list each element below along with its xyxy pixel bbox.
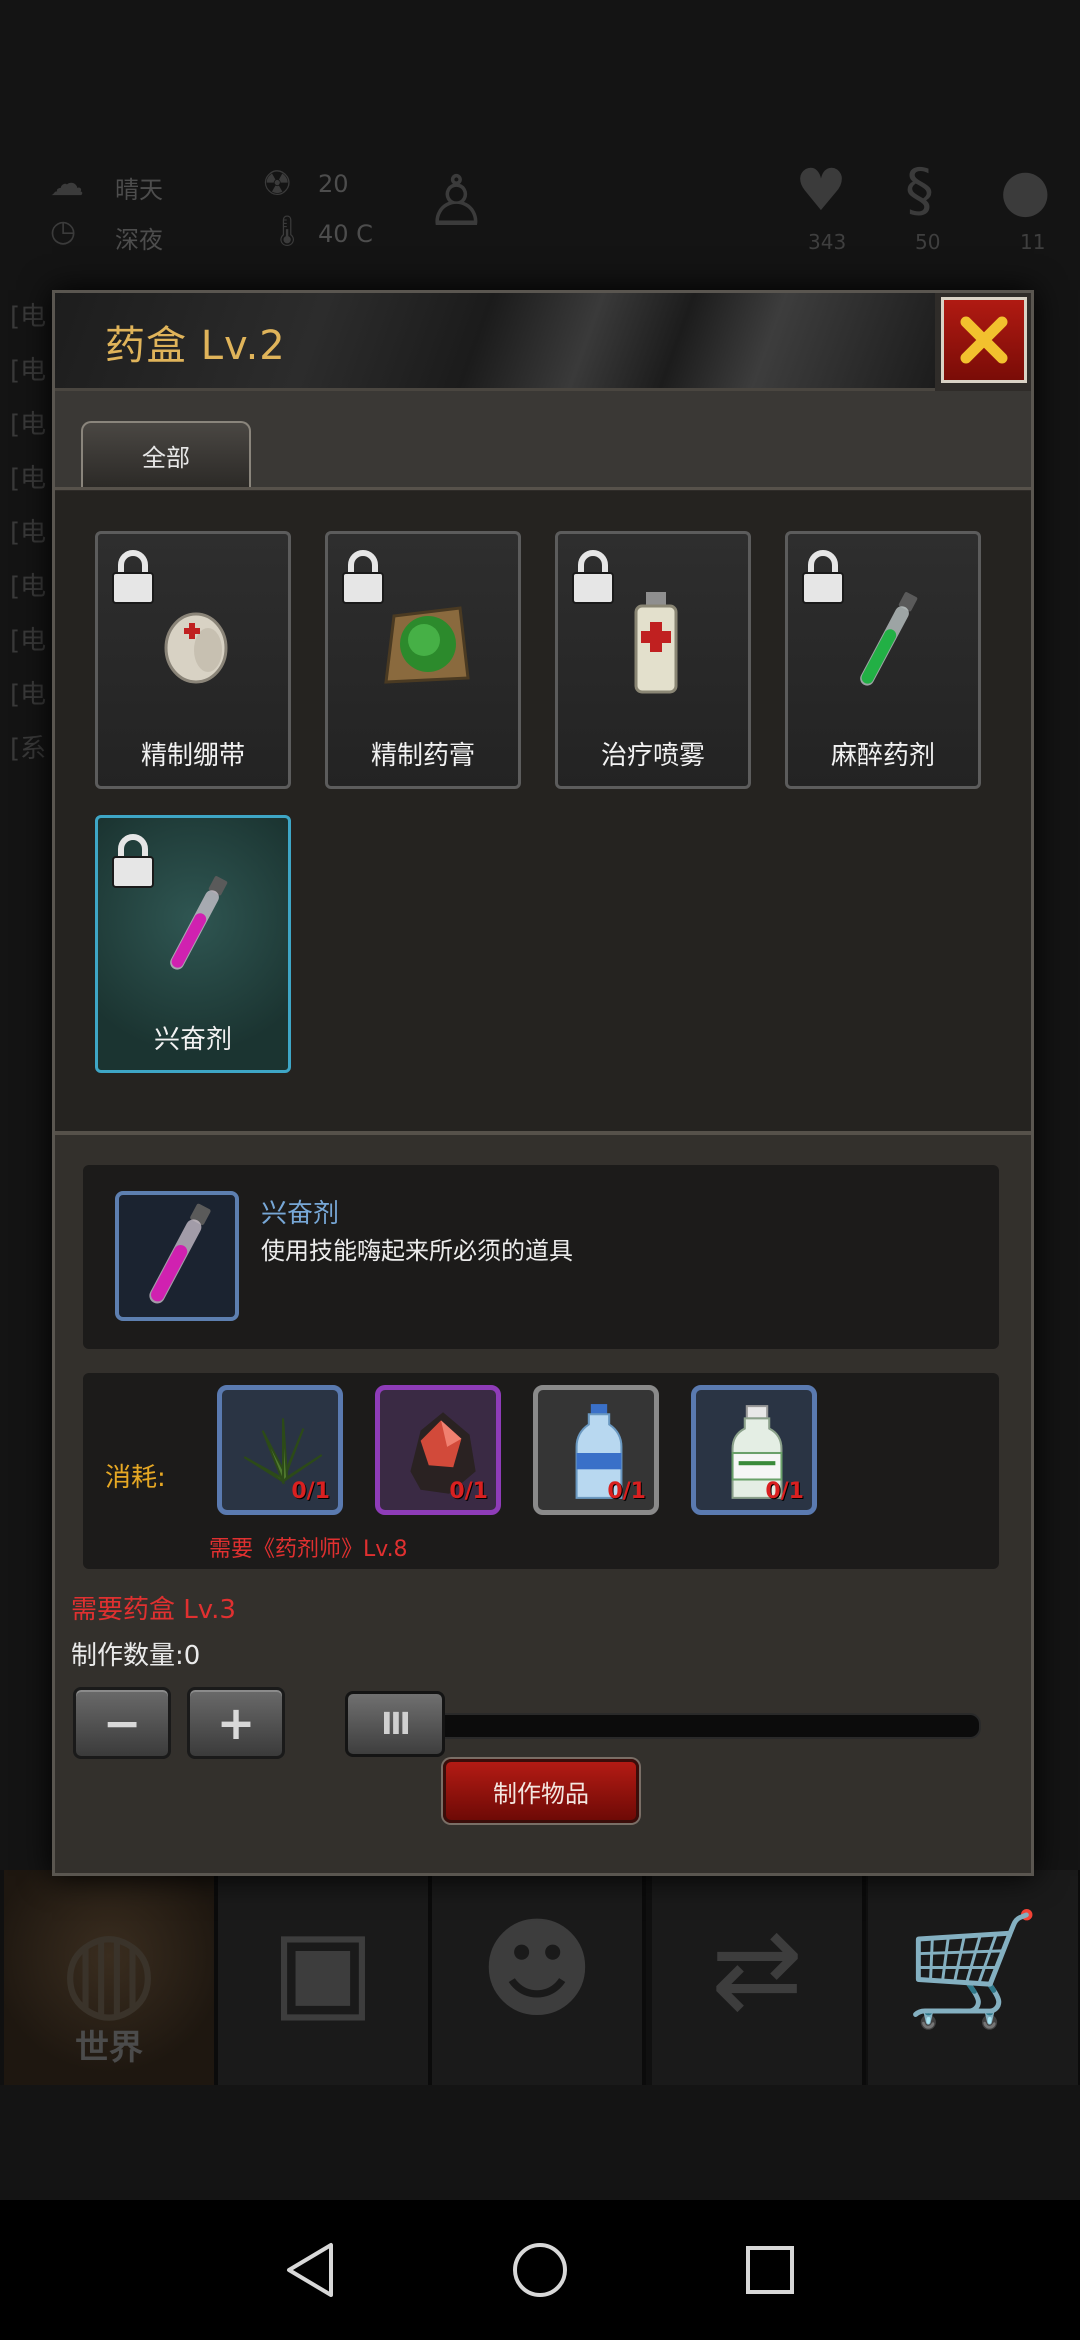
selected-item-name: 兴奋剂 <box>261 1199 340 1229</box>
close-button[interactable] <box>941 297 1027 383</box>
crafting-dialog: 药盒 Lv.2 全部 精制绷带 精制药膏 治疗喷雾 麻醉药剂 兴奋剂 兴奋剂 使… <box>52 290 1034 1876</box>
mind-icon: ● <box>1000 156 1051 224</box>
exchange-icon: ⇄ <box>710 1905 804 2033</box>
quantity-label: 制作数量:0 <box>71 1641 201 1671</box>
head-gear-icon: ☻ <box>479 1905 595 2033</box>
log-line: [电 <box>10 464 47 494</box>
material-count: 0/1 <box>765 1479 804 1504</box>
temperature-value: 40 C <box>318 220 373 248</box>
material-slot-medicine[interactable]: 0/1 <box>691 1385 817 1515</box>
recipe-name: 麻醉药剂 <box>830 741 935 771</box>
nav-tab-skills[interactable]: ☻ <box>432 1870 646 2085</box>
log-line: [电 <box>10 626 47 656</box>
sanity-value: 11 <box>1020 230 1046 254</box>
close-icon <box>960 316 1008 364</box>
recents-square-icon <box>746 2246 794 2294</box>
selected-item-info: 兴奋剂 使用技能嗨起来所必须的道具 <box>83 1165 999 1349</box>
home-button[interactable] <box>470 2200 610 2340</box>
increase-quantity-button[interactable]: + <box>187 1687 285 1759</box>
body-status-icon: ♙ <box>425 160 488 242</box>
background-message-log: [电 [电 [电 [电 [电 [电 [电 [电 [系 <box>10 290 58 810</box>
system-navigation-bar <box>0 2200 1080 2340</box>
pink-vial-icon <box>149 1203 211 1304</box>
stomach-icon: § <box>905 156 934 224</box>
selected-item-description: 使用技能嗨起来所必须的道具 <box>261 1237 573 1265</box>
quantity-slider-thumb[interactable]: III <box>345 1691 445 1757</box>
recipe-name: 治疗喷雾 <box>600 741 705 771</box>
nav-tab-inventory[interactable]: ▣ <box>218 1870 432 2085</box>
log-line: [电 <box>10 410 47 440</box>
nav-tab-trade[interactable]: ⇄ <box>652 1870 866 2085</box>
cart-icon: 🛒 <box>904 1905 1042 2033</box>
recipe-slot-stimulant[interactable]: 兴奋剂 <box>95 815 291 1073</box>
thermometer-icon: 🌡 <box>268 214 307 249</box>
decrease-quantity-button[interactable]: − <box>73 1687 171 1759</box>
home-circle-icon <box>513 2243 567 2297</box>
nav-tab-shop[interactable]: 🛒 <box>868 1870 1080 2085</box>
recipe-slot-refined-bandage[interactable]: 精制绷带 <box>95 531 291 789</box>
recipe-slot-anesthetic[interactable]: 麻醉药剂 <box>785 531 981 789</box>
heart-icon: ♥ <box>795 156 847 224</box>
clock-icon: ◷ <box>50 214 77 249</box>
dialog-title-bar: 药盒 Lv.2 <box>55 293 935 391</box>
back-button[interactable] <box>240 2200 380 2340</box>
recipe-name: 精制药膏 <box>370 741 475 771</box>
background-status-bar: ☁ 晴天 ◷ 深夜 ☢ 20 🌡 40 C ♙ ♥ 343 § 50 ● 11 <box>0 150 1080 270</box>
green-vial-icon <box>860 592 918 686</box>
skill-requirement: 需要《药剂师》Lv.8 <box>209 1537 408 1562</box>
log-line: [电 <box>10 572 47 602</box>
recipe-detail-panel: 兴奋剂 使用技能嗨起来所必须的道具 消耗: 0/1 0/1 0/1 0/1 需要… <box>55 1135 1031 1873</box>
dialog-title: 药盒 Lv.2 <box>105 323 286 369</box>
nav-tab-label: 世界 <box>75 2028 143 2068</box>
log-line: [电 <box>10 302 47 332</box>
material-count: 0/1 <box>607 1479 646 1504</box>
log-line: [电 <box>10 518 47 548</box>
recipe-slot-refined-ointment[interactable]: 精制药膏 <box>325 531 521 789</box>
level-requirement: 需要药盒 Lv.3 <box>71 1595 236 1625</box>
recipe-slot-healing-spray[interactable]: 治疗喷雾 <box>555 531 751 789</box>
globe-icon: ◍ <box>61 1905 157 2033</box>
recipe-name: 兴奋剂 <box>153 1025 232 1055</box>
material-slot-water[interactable]: 0/1 <box>533 1385 659 1515</box>
health-value: 343 <box>808 230 847 254</box>
cloud-sun-icon: ☁ <box>50 164 84 204</box>
selected-item-icon-frame <box>115 1191 239 1321</box>
recipe-grid: 精制绷带 精制药膏 治疗喷雾 麻醉药剂 兴奋剂 <box>55 491 1031 1135</box>
pink-vial-icon <box>170 876 228 970</box>
craft-button[interactable]: 制作物品 <box>443 1759 639 1823</box>
log-line: [电 <box>10 680 47 710</box>
spray-can-icon <box>634 592 678 694</box>
hunger-value: 50 <box>915 230 941 254</box>
radiation-icon: ☢ <box>262 164 293 204</box>
bandage-icon <box>164 612 228 684</box>
material-count: 0/1 <box>449 1479 488 1504</box>
log-line: [系 <box>10 734 47 764</box>
briefcase-icon: ▣ <box>271 1905 375 2033</box>
category-tab-strip: 全部 <box>55 391 1031 490</box>
tab-all[interactable]: 全部 <box>81 421 251 487</box>
log-line: [电 <box>10 356 47 386</box>
material-slot-herb[interactable]: 0/1 <box>217 1385 343 1515</box>
time-text: 深夜 <box>115 226 163 254</box>
back-triangle-icon <box>287 2243 333 2297</box>
weather-text: 晴天 <box>115 176 163 204</box>
material-count: 0/1 <box>291 1479 330 1504</box>
recents-button[interactable] <box>700 2200 840 2340</box>
recipe-name: 精制绷带 <box>140 741 245 771</box>
radiation-value: 20 <box>318 170 349 198</box>
materials-box: 消耗: 0/1 0/1 0/1 0/1 需要《药剂师》Lv.8 <box>83 1373 999 1569</box>
consume-label: 消耗: <box>105 1463 166 1493</box>
bottom-navigation: ◍ 世界 ▣ ☻ ⇄ 🛒 <box>0 1870 1080 2085</box>
ointment-icon <box>384 606 470 684</box>
material-slot-crystal[interactable]: 0/1 <box>375 1385 501 1515</box>
nav-tab-world[interactable]: ◍ 世界 <box>4 1870 218 2085</box>
